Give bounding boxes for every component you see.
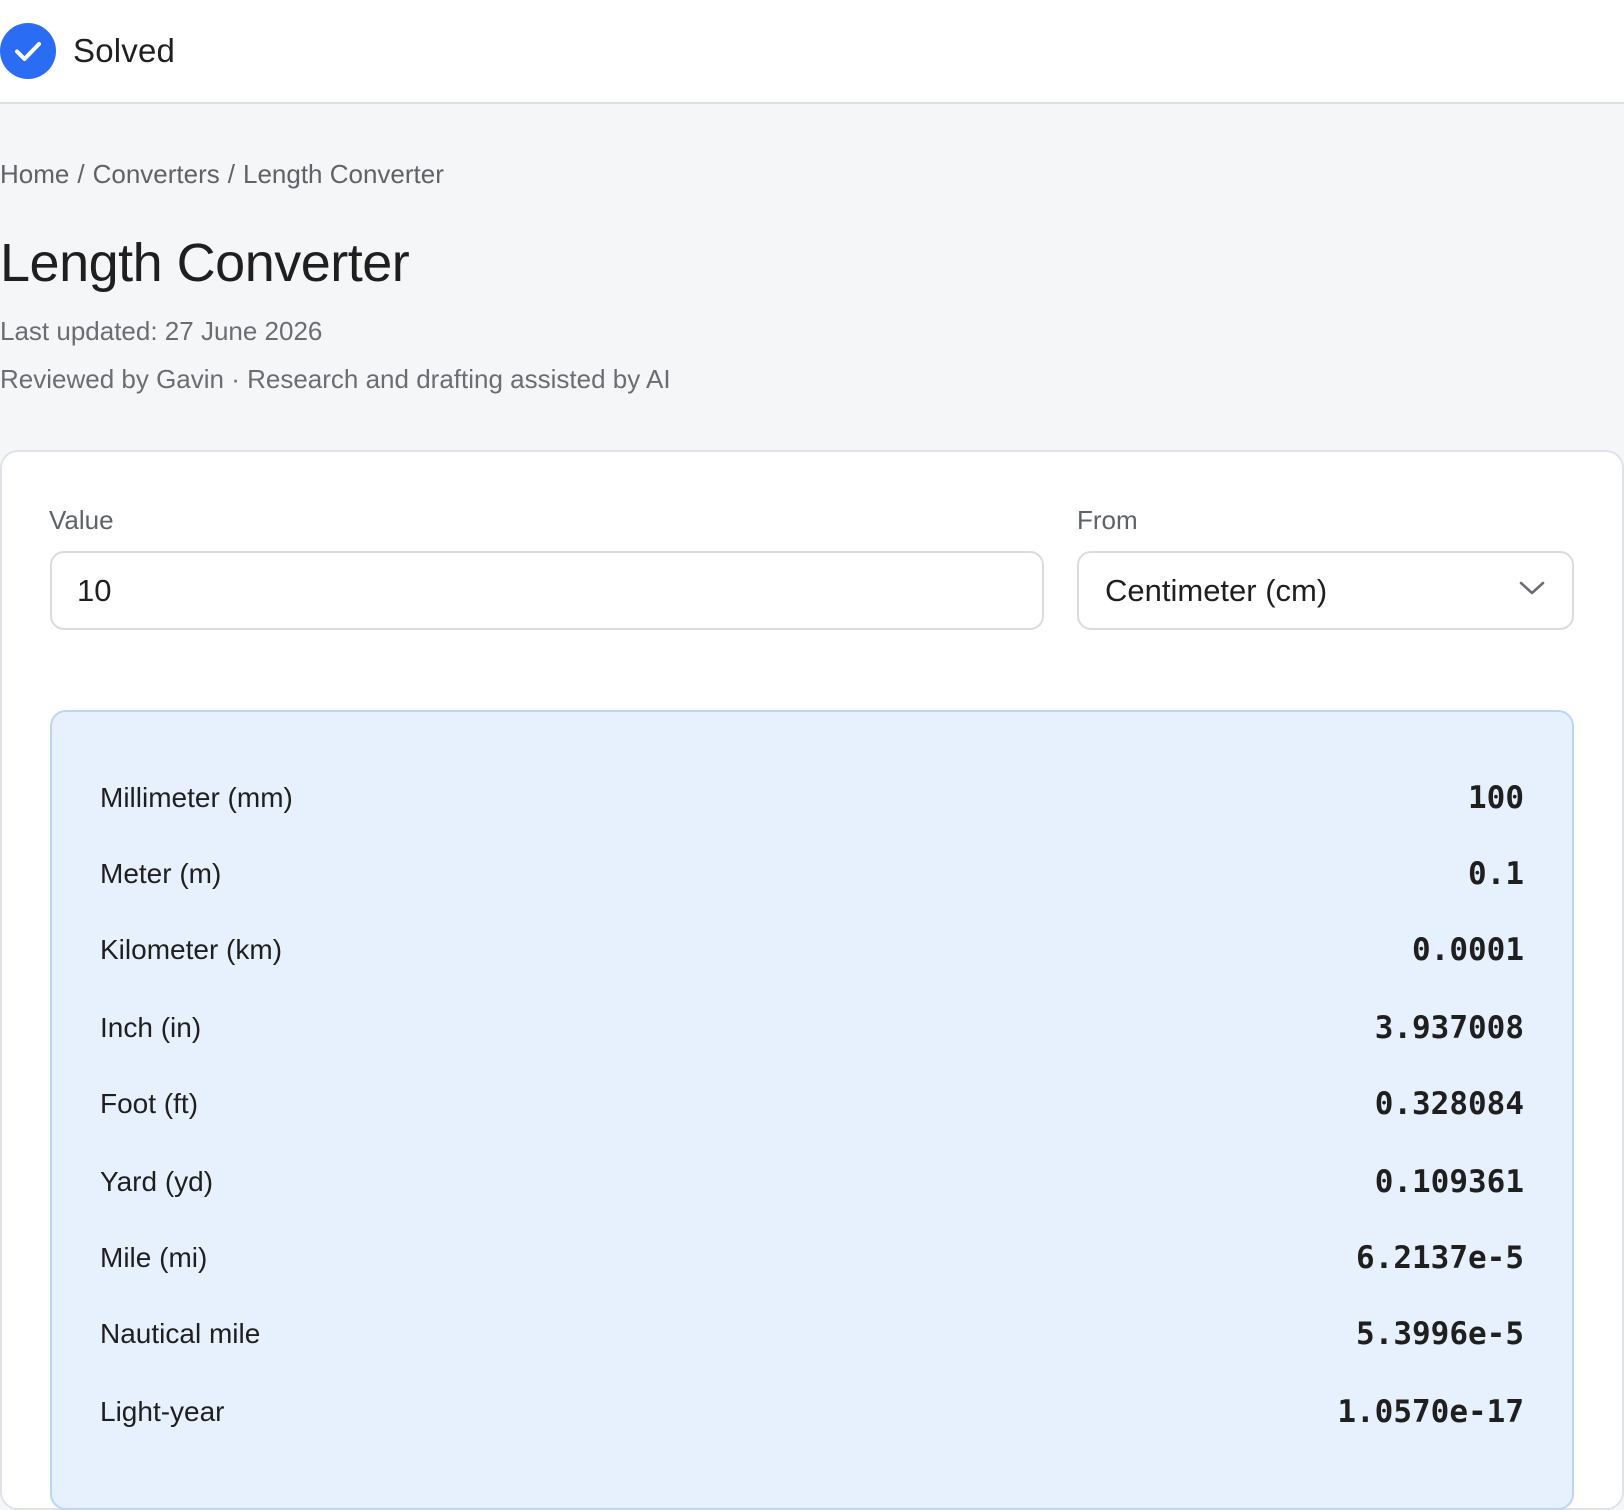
result-value: 0.1 [1468,856,1524,892]
result-unit: Light-year [100,1396,225,1427]
breadcrumb-separator: / [227,159,235,189]
review-note: Reviewed by Gavin · Research and draftin… [0,364,671,394]
status-label: Solved [73,32,176,69]
result-value: 100 [1468,780,1524,816]
result-row: Light-year 1.0570e-17 [100,1387,1524,1437]
result-row: Yard (yd) 0.109361 [100,1157,1524,1207]
result-unit: Foot (ft) [100,1088,199,1119]
from-unit-selected: Centimeter (cm) [1105,572,1328,608]
result-row: Nautical mile 5.3996e-5 [100,1309,1524,1359]
result-row: Kilometer (km) 0.0001 [100,925,1524,975]
top-bar: Solved [0,0,1624,104]
check-circle-icon [0,23,56,79]
result-row: Inch (in) 3.937008 [100,1003,1524,1053]
result-unit: Meter (m) [100,858,222,889]
value-input[interactable] [50,551,1044,630]
result-unit: Nautical mile [100,1318,261,1349]
result-unit: Mile (mi) [100,1242,208,1273]
result-row: Foot (ft) 0.328084 [100,1079,1524,1129]
result-row: Mile (mi) 6.2137e-5 [100,1233,1524,1283]
result-unit: Millimeter (mm) [100,782,293,813]
from-unit-select[interactable]: Centimeter (cm) [1077,551,1574,630]
breadcrumb-converters[interactable]: Converters [93,159,220,189]
result-unit: Inch (in) [100,1012,202,1043]
result-value: 1.0570e-17 [1337,1394,1524,1430]
page-title: Length Converter [0,233,410,293]
result-value: 0.0001 [1412,932,1524,968]
result-value: 3.937008 [1374,1010,1524,1046]
breadcrumb-current: Length Converter [242,159,444,189]
result-row: Meter (m) 0.1 [100,849,1524,899]
last-updated: Last updated: 27 June 2026 [0,316,323,346]
breadcrumb-home[interactable]: Home [0,159,69,189]
breadcrumb: Home / Converters / Length Converter [0,156,444,192]
result-unit: Kilometer (km) [100,934,283,965]
result-value: 0.109361 [1374,1164,1524,1200]
result-value: 5.3996e-5 [1356,1316,1524,1352]
result-value: 6.2137e-5 [1356,1240,1524,1276]
result-row: Millimeter (mm) 100 [100,773,1524,823]
value-label: Value [49,505,114,535]
chevron-down-icon [1518,579,1546,602]
breadcrumb-separator: / [77,159,85,189]
result-unit: Yard (yd) [100,1166,214,1197]
from-label: From [1077,505,1138,535]
result-value: 0.328084 [1374,1086,1524,1122]
